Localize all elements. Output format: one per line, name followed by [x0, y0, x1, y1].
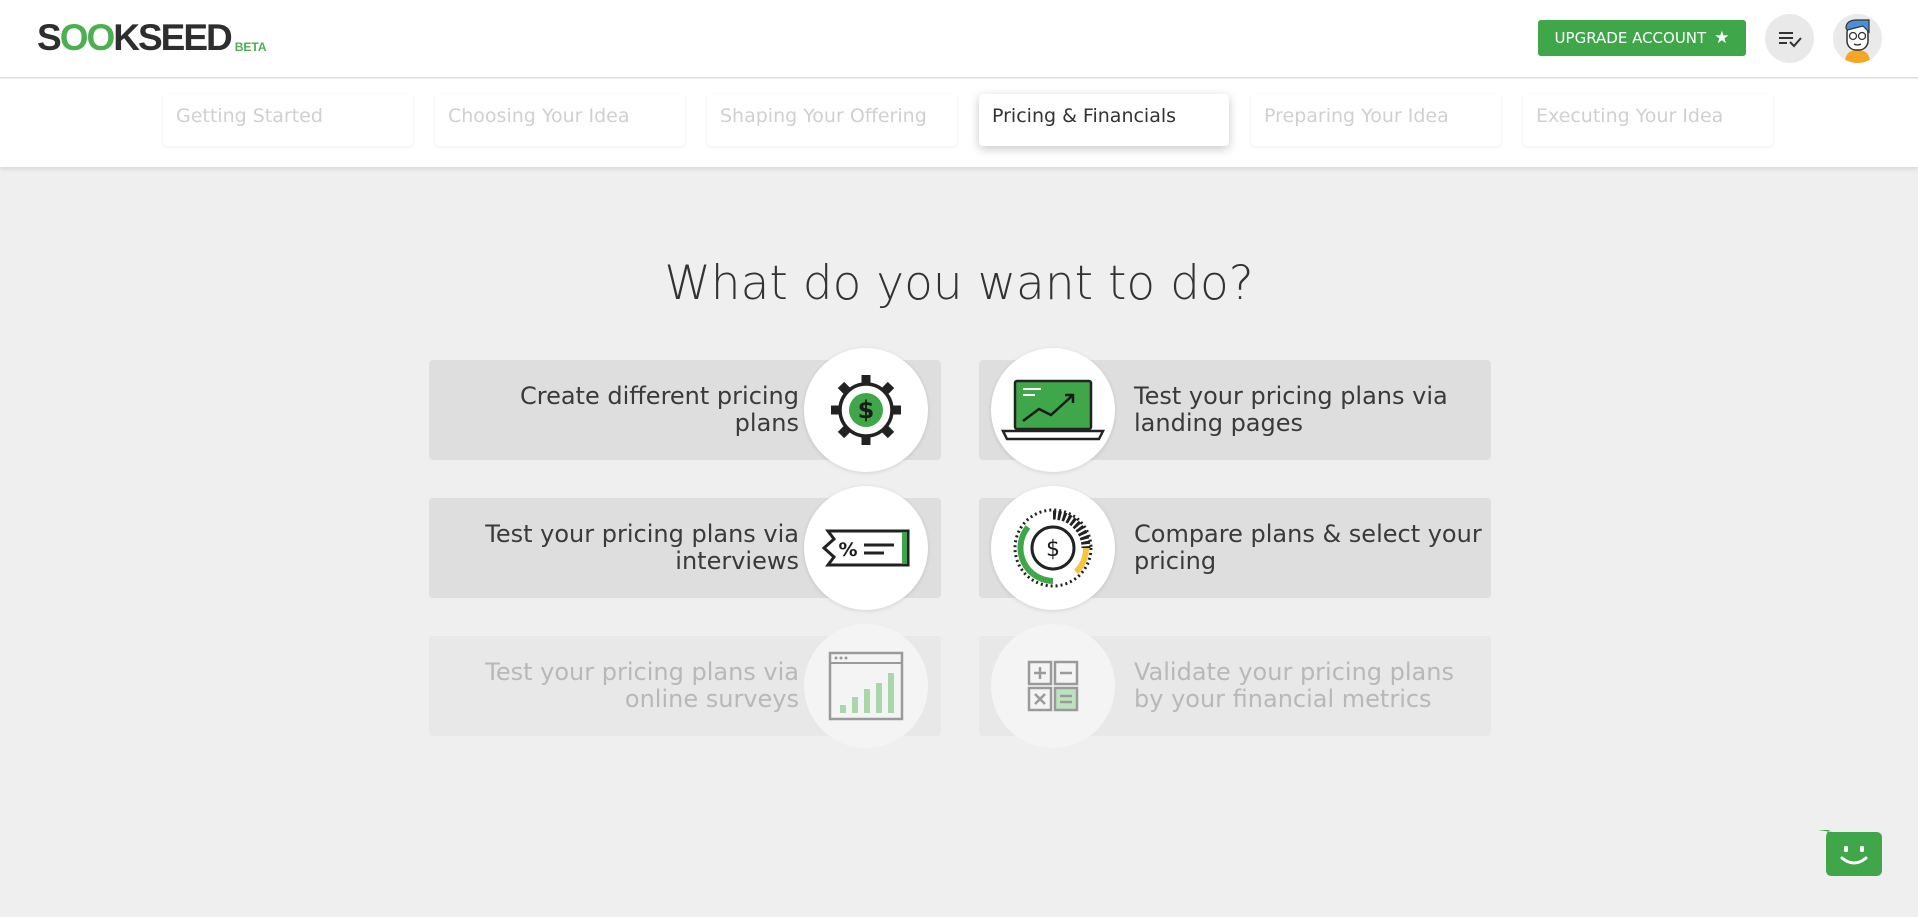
svg-text:%: %	[838, 539, 857, 561]
chat-widget-button[interactable]	[1818, 828, 1884, 878]
gear-dollar-icon: $	[804, 348, 928, 472]
calculator-icon	[991, 624, 1115, 748]
option-financial-metrics: Validate your pricing plans by your fina…	[979, 624, 1491, 748]
beta-badge: BETA	[234, 40, 267, 54]
star-icon: ★	[1714, 28, 1730, 48]
avatar-icon	[1833, 14, 1882, 63]
upgrade-account-button[interactable]: UPGRADE ACCOUNT ★	[1538, 20, 1746, 56]
tab-pricing-financials[interactable]: Pricing & Financials	[979, 94, 1229, 146]
option-label: Validate your pricing plans by your fina…	[1134, 658, 1454, 713]
option-label: Test your pricing plans via interviews	[485, 520, 799, 575]
tab-executing-your-idea[interactable]: Executing Your Idea	[1523, 94, 1773, 146]
svg-text:$: $	[1046, 537, 1060, 562]
option-label: Create different pricing plans	[519, 382, 799, 437]
chat-bot-icon	[1818, 830, 1882, 876]
upgrade-account-label: UPGRADE ACCOUNT	[1554, 29, 1707, 47]
option-interviews[interactable]: Test your pricing plans via interviews %	[429, 486, 941, 610]
tab-preparing-your-idea[interactable]: Preparing Your Idea	[1251, 94, 1501, 146]
laptop-chart-icon	[991, 348, 1115, 472]
task-list-icon	[1778, 31, 1802, 47]
price-tag-icon: %	[804, 486, 928, 610]
user-avatar[interactable]	[1833, 14, 1882, 63]
dollar-gauge-icon: $	[991, 486, 1115, 610]
tab-choosing-your-idea[interactable]: Choosing Your Idea	[435, 94, 685, 146]
option-label: Test your pricing plans via landing page…	[1134, 382, 1448, 437]
svg-text:$: $	[858, 396, 875, 424]
browser-chart-icon	[804, 624, 928, 748]
option-create-pricing-plans[interactable]: Create different pricing plans $	[429, 348, 941, 472]
tab-getting-started[interactable]: Getting Started	[163, 94, 413, 146]
option-label: Compare plans & select your pricing	[1134, 520, 1482, 575]
option-compare-plans[interactable]: $ Compare plans & select your pricing	[979, 486, 1491, 610]
step-navigation: Getting Started Choosing Your Idea Shapi…	[0, 79, 1918, 167]
option-online-surveys: Test your pricing plans via online surve…	[429, 624, 941, 748]
page-title: What do you want to do?	[664, 256, 1254, 311]
option-landing-pages[interactable]: Test your pricing plans via landing page…	[979, 348, 1491, 472]
tab-shaping-your-offering[interactable]: Shaping Your Offering	[707, 94, 957, 146]
task-list-button[interactable]	[1765, 14, 1814, 63]
top-bar: SOOKSEED BETA UPGRADE ACCOUNT ★	[0, 0, 1918, 78]
logo[interactable]: SOOKSEED BETA	[37, 18, 267, 58]
logo-wordmark: SOOKSEED	[37, 17, 233, 58]
option-label: Test your pricing plans via online surve…	[485, 658, 799, 713]
